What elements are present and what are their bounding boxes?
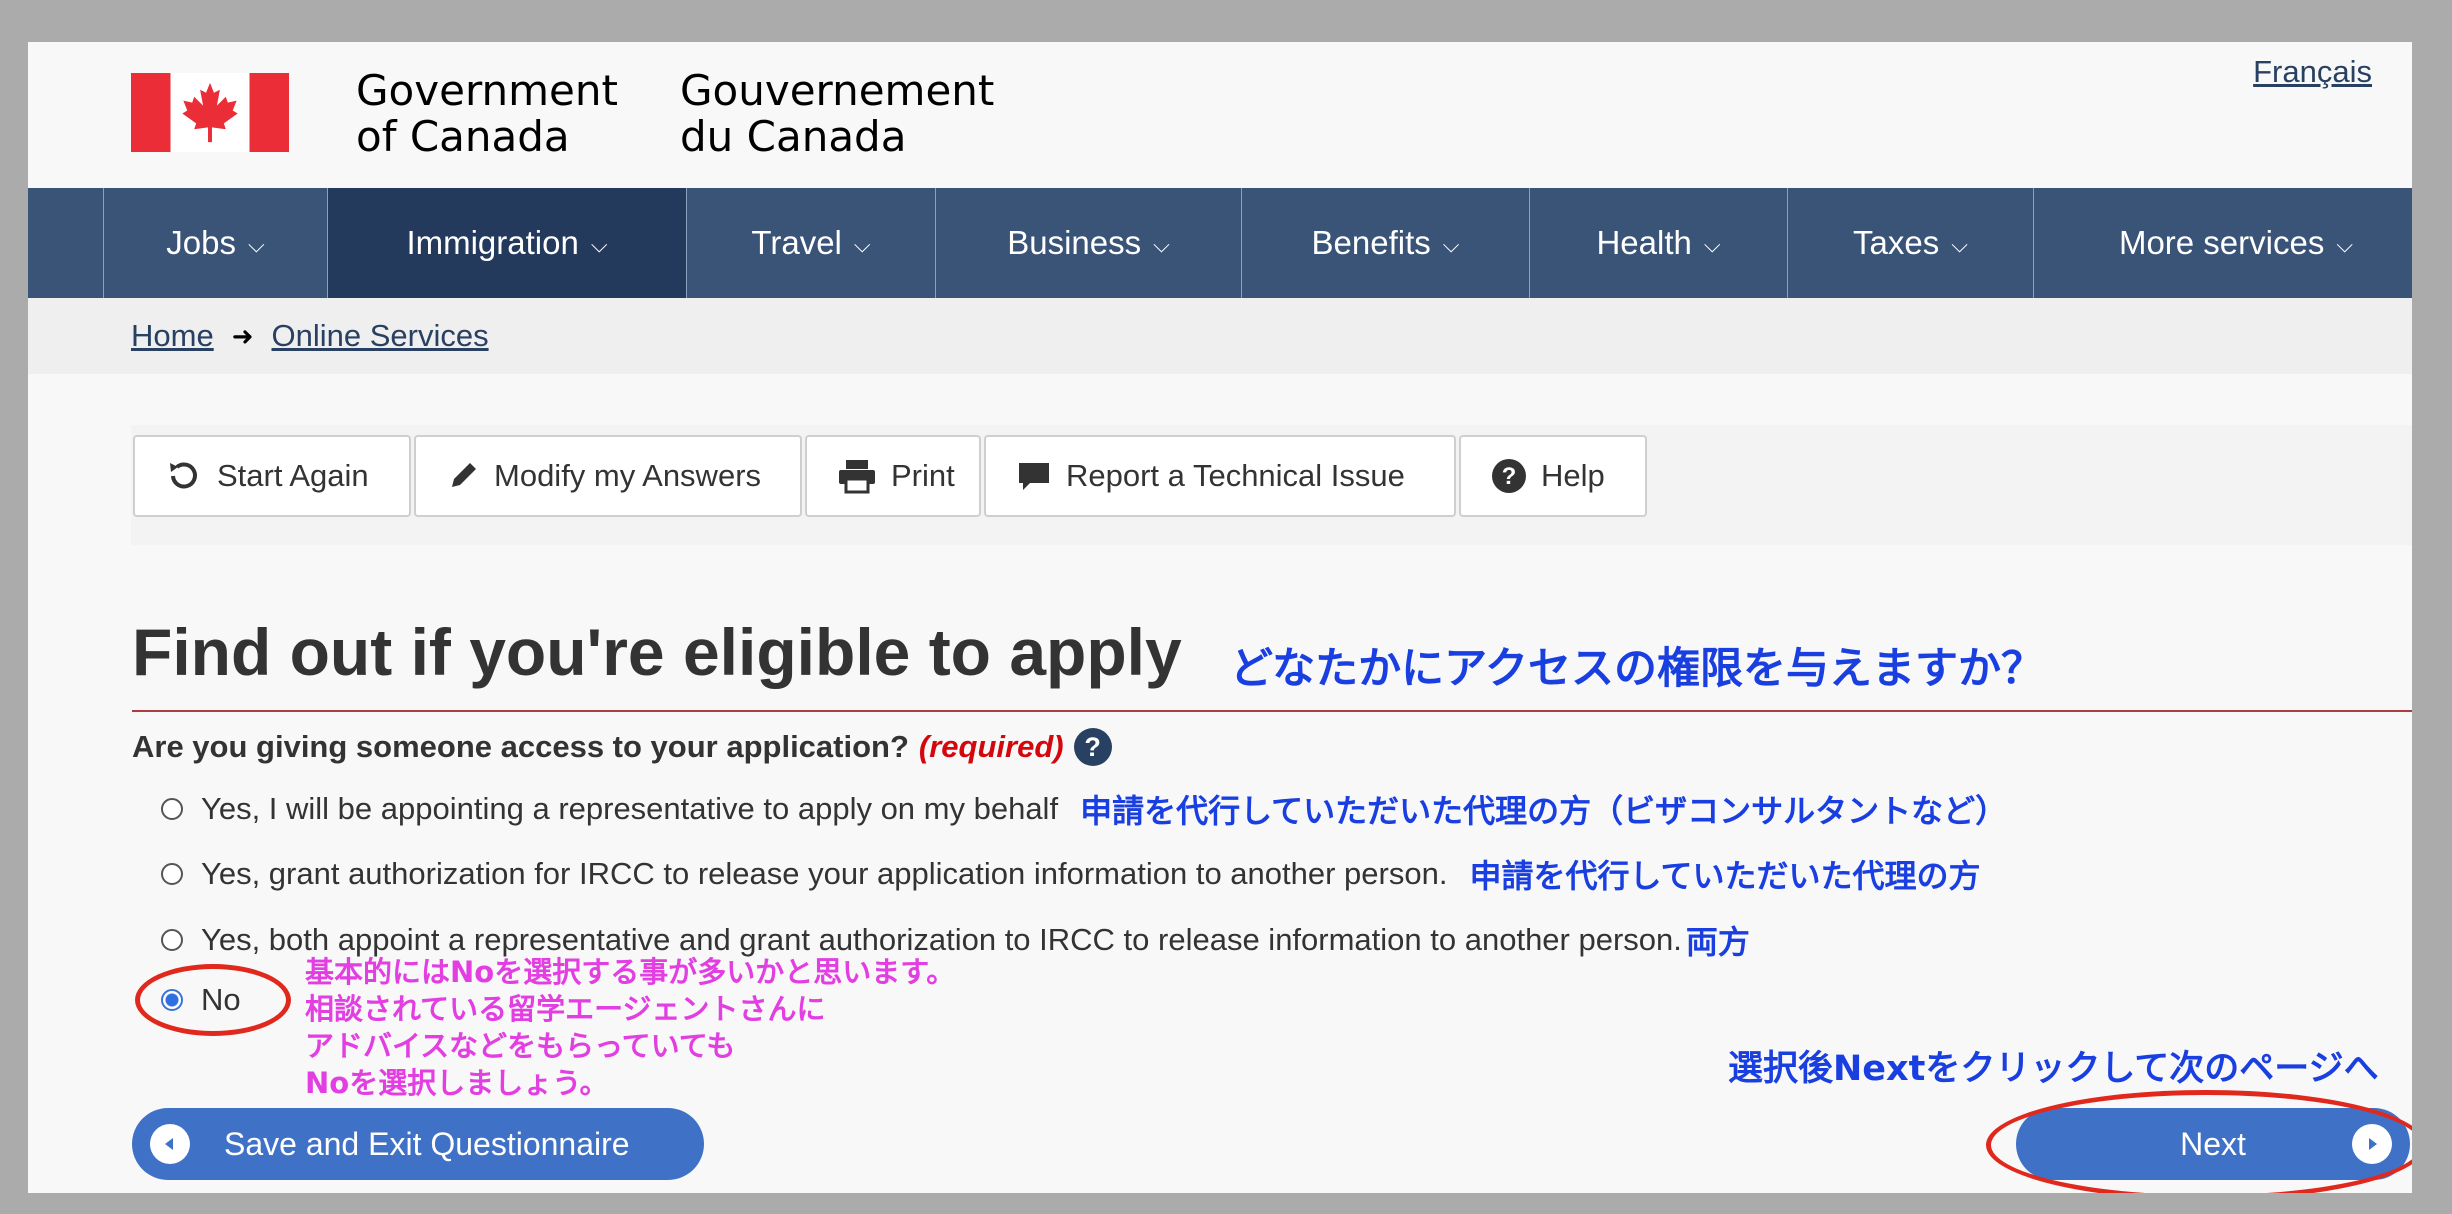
nav-item-health[interactable]: Health ⌵ xyxy=(1529,188,1787,298)
breadcrumb-online-services-link[interactable]: Online Services xyxy=(272,318,489,354)
radio-button-selected[interactable] xyxy=(161,989,183,1011)
help-button[interactable]: ? Help xyxy=(1459,435,1647,517)
print-button[interactable]: Print xyxy=(805,435,981,517)
page: Français Government of Canada Gouverneme… xyxy=(28,42,2412,1193)
radio-button[interactable] xyxy=(161,798,183,820)
next-annotation: 選択後Nextをクリックして次のページへ xyxy=(1728,1049,2379,1089)
radio-button[interactable] xyxy=(161,929,183,951)
option-grant-authorization[interactable]: Yes, grant authorization for IRCC to rel… xyxy=(161,851,1981,897)
nav-item-benefits[interactable]: Benefits ⌵ xyxy=(1241,188,1529,298)
option-annotation: 申請を代行していただいた代理の方 xyxy=(1469,857,1981,895)
chevron-down-icon: ⌵ xyxy=(853,232,871,257)
breadcrumb: Home ➜ Online Services xyxy=(131,318,489,354)
report-issue-button[interactable]: Report a Technical Issue xyxy=(984,435,1456,517)
title-divider xyxy=(132,710,2412,712)
nav-item-travel[interactable]: Travel ⌵ xyxy=(686,188,935,298)
chevron-down-icon: ⌵ xyxy=(248,232,265,257)
arrow-left-circle-icon xyxy=(150,1124,190,1164)
nav-item-taxes[interactable]: Taxes ⌵ xyxy=(1787,188,2033,298)
required-marker: (required) xyxy=(918,729,1064,764)
nav-item-jobs[interactable]: Jobs ⌵ xyxy=(103,188,327,298)
option-annotation: 申請を代行していただいた代理の方（ビザコンサルタントなど） xyxy=(1080,792,2008,830)
pencil-icon xyxy=(452,463,476,487)
radio-button[interactable] xyxy=(161,863,183,885)
no-option-annotation: 基本的にはNoを選択する事が多いかと思います。 相談されている留学エージェントさ… xyxy=(305,955,956,1100)
chevron-down-icon: ⌵ xyxy=(590,232,608,257)
nav-item-business[interactable]: Business ⌵ xyxy=(935,188,1241,298)
option-no[interactable]: No xyxy=(161,982,241,1018)
chevron-down-icon: ⌵ xyxy=(1442,232,1460,257)
title-annotation: どなたかにアクセスの権限を与えますか？ xyxy=(1230,644,2044,694)
breadcrumb-home-link[interactable]: Home xyxy=(131,318,214,354)
question-circle-icon: ? xyxy=(1492,459,1526,493)
language-toggle-link[interactable]: Français xyxy=(2253,54,2372,90)
option-annotation: 両方 xyxy=(1685,923,1750,961)
chevron-down-icon: ⌵ xyxy=(2336,232,2354,257)
question-label: Are you giving someone access to your ap… xyxy=(132,728,1112,766)
start-again-button[interactable]: Start Again xyxy=(133,435,411,517)
option-appoint-representative[interactable]: Yes, I will be appointing a representati… xyxy=(161,786,2007,832)
nav-item-immigration[interactable]: Immigration ⌵ xyxy=(327,188,686,298)
nav-item-more-services[interactable]: More services ⌵ xyxy=(2033,188,2412,298)
printer-icon xyxy=(839,460,875,494)
refresh-icon xyxy=(170,462,197,489)
canada-flag-logo xyxy=(131,73,289,152)
arrow-right-icon: ➜ xyxy=(231,320,254,351)
svg-text:?: ? xyxy=(1502,463,1517,490)
save-exit-button[interactable]: Save and Exit Questionnaire xyxy=(132,1108,704,1180)
signature-english: Government of Canada xyxy=(356,66,618,161)
signature-french: Gouvernement du Canada xyxy=(680,66,995,161)
question-help-icon[interactable]: ? xyxy=(1073,728,1112,766)
next-button[interactable]: Next xyxy=(2016,1108,2410,1180)
modify-answers-button[interactable]: Modify my Answers xyxy=(414,435,802,517)
main-navigation: Jobs ⌵ Immigration ⌵ Travel ⌵ Business ⌵ Ben… xyxy=(28,188,2412,298)
chevron-down-icon: ⌵ xyxy=(1703,232,1721,257)
breadcrumb-bar: Home ➜ Online Services xyxy=(28,298,2412,374)
chevron-down-icon: ⌵ xyxy=(1153,232,1170,257)
comment-icon xyxy=(1019,463,1049,490)
toolbar: Start Again Modify my Answers Print Repo… xyxy=(133,435,1647,517)
page-title: Find out if you're eligible to apply xyxy=(132,615,1182,689)
chevron-down-icon: ⌵ xyxy=(1951,232,1968,257)
arrow-right-circle-icon xyxy=(2352,1124,2392,1164)
